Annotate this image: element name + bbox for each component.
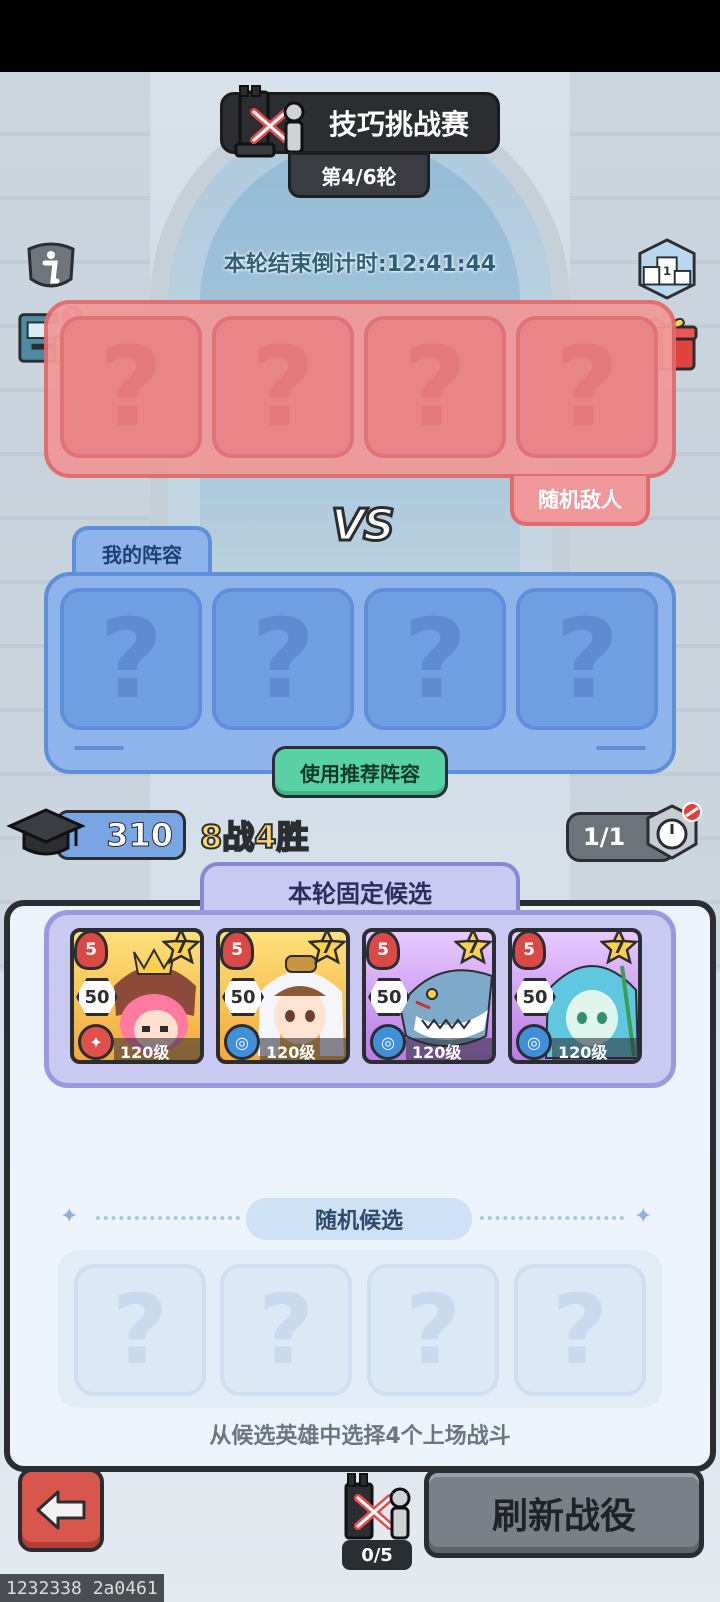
grade-star-icon: 7 bbox=[162, 932, 200, 966]
graduation-cap-icon bbox=[6, 808, 86, 856]
power-value: 50 bbox=[522, 986, 548, 1008]
sparkle-icon: ✦ bbox=[60, 1204, 79, 1229]
water-element-icon: ◎ bbox=[224, 1024, 260, 1060]
water-element-icon: ◎ bbox=[370, 1024, 406, 1060]
chess-rook-icon bbox=[234, 85, 305, 158]
hero-card[interactable]: 5 7 50 ✦ 120级 bbox=[70, 928, 204, 1064]
my-lineup-slot[interactable]: ? bbox=[212, 588, 354, 730]
divider-right bbox=[480, 1216, 624, 1220]
random-candidate-slot[interactable]: ? bbox=[367, 1264, 499, 1396]
vs-label: VS bbox=[330, 499, 397, 553]
power-value: 50 bbox=[376, 986, 402, 1008]
round-countdown: 本轮结束倒计时:12:41:44 bbox=[223, 252, 497, 277]
star-rank-value: 5 bbox=[523, 940, 535, 960]
star-rank-badge: 5 bbox=[74, 932, 108, 970]
star-rank-badge: 5 bbox=[512, 932, 546, 970]
random-candidate-slot[interactable]: ? bbox=[220, 1264, 352, 1396]
sparkle-icon: ✦ bbox=[634, 1204, 653, 1229]
star-rank-value: 5 bbox=[377, 940, 389, 960]
panel-ornament-right bbox=[596, 746, 646, 750]
ticket-count: 0/5 bbox=[342, 1540, 412, 1570]
star-rank-badge: 5 bbox=[366, 932, 400, 970]
random-candidates-label: 随机候选 bbox=[246, 1198, 472, 1240]
enemy-slot: ? bbox=[60, 316, 202, 458]
score-value: 310 bbox=[106, 816, 174, 855]
panel-ornament-left bbox=[74, 746, 124, 750]
event-title-text: 技巧挑战赛 bbox=[328, 108, 469, 141]
hero-level: 120级 bbox=[114, 1038, 200, 1060]
random-enemy-tag: 随机敌人 bbox=[510, 476, 650, 526]
build-id: 1232338 2a0461 bbox=[0, 1574, 164, 1602]
power-value: 50 bbox=[84, 986, 110, 1008]
fixed-candidates-tab: 本轮固定候选 bbox=[200, 862, 520, 916]
grade-value: 7 bbox=[320, 936, 334, 958]
back-button[interactable] bbox=[18, 1468, 104, 1552]
random-candidate-slot[interactable]: ? bbox=[74, 1264, 206, 1396]
power-value: 50 bbox=[230, 986, 256, 1008]
my-lineup-slot[interactable]: ? bbox=[364, 588, 506, 730]
refresh-campaign-button[interactable]: 刷新战役 bbox=[424, 1468, 704, 1558]
enemy-slot: ? bbox=[516, 316, 658, 458]
hero-level: 120级 bbox=[406, 1038, 492, 1060]
grade-star-icon: 7 bbox=[454, 932, 492, 966]
hero-card[interactable]: 5 7 50 ◎ 120级 bbox=[508, 928, 642, 1064]
stopwatch-icon[interactable] bbox=[640, 800, 704, 864]
round-text: 第4/6轮 bbox=[321, 164, 397, 189]
hero-level: 120级 bbox=[260, 1038, 346, 1060]
back-arrow-icon bbox=[36, 1490, 86, 1530]
hero-level: 120级 bbox=[552, 1038, 638, 1060]
star-rank-value: 5 bbox=[231, 940, 243, 960]
star-rank-badge: 5 bbox=[220, 932, 254, 970]
grade-star-icon: 7 bbox=[600, 932, 638, 966]
challenge-ticket-icon bbox=[344, 1473, 411, 1540]
my-lineup-tab: 我的阵容 bbox=[72, 526, 212, 576]
fire-element-icon: ✦ bbox=[78, 1024, 114, 1060]
enemy-slot: ? bbox=[212, 316, 354, 458]
my-lineup-slot[interactable]: ? bbox=[60, 588, 202, 730]
attempts-value: 1/1 bbox=[583, 823, 626, 851]
my-lineup-slot[interactable]: ? bbox=[516, 588, 658, 730]
grade-value: 7 bbox=[612, 936, 626, 958]
selection-hint: 从候选英雄中选择4个上场战斗 bbox=[209, 1424, 511, 1449]
random-candidate-slot[interactable]: ? bbox=[514, 1264, 646, 1396]
hero-card[interactable]: 5 7 50 ◎ 120级 bbox=[216, 928, 350, 1064]
hero-card[interactable]: 5 7 50 ◎ 120级 bbox=[362, 928, 496, 1064]
enemy-slot: ? bbox=[364, 316, 506, 458]
star-rank-value: 5 bbox=[85, 940, 97, 960]
battle-record: 8战4胜 bbox=[199, 817, 310, 857]
use-recommended-lineup-button[interactable]: 使用推荐阵容 bbox=[272, 746, 448, 798]
grade-star-icon: 7 bbox=[308, 932, 346, 966]
grade-value: 7 bbox=[466, 936, 480, 958]
divider-left bbox=[96, 1216, 240, 1220]
status-bar bbox=[0, 0, 720, 72]
round-indicator: 第4/6轮 bbox=[288, 152, 430, 198]
water-element-icon: ◎ bbox=[516, 1024, 552, 1060]
grade-value: 7 bbox=[174, 936, 188, 958]
